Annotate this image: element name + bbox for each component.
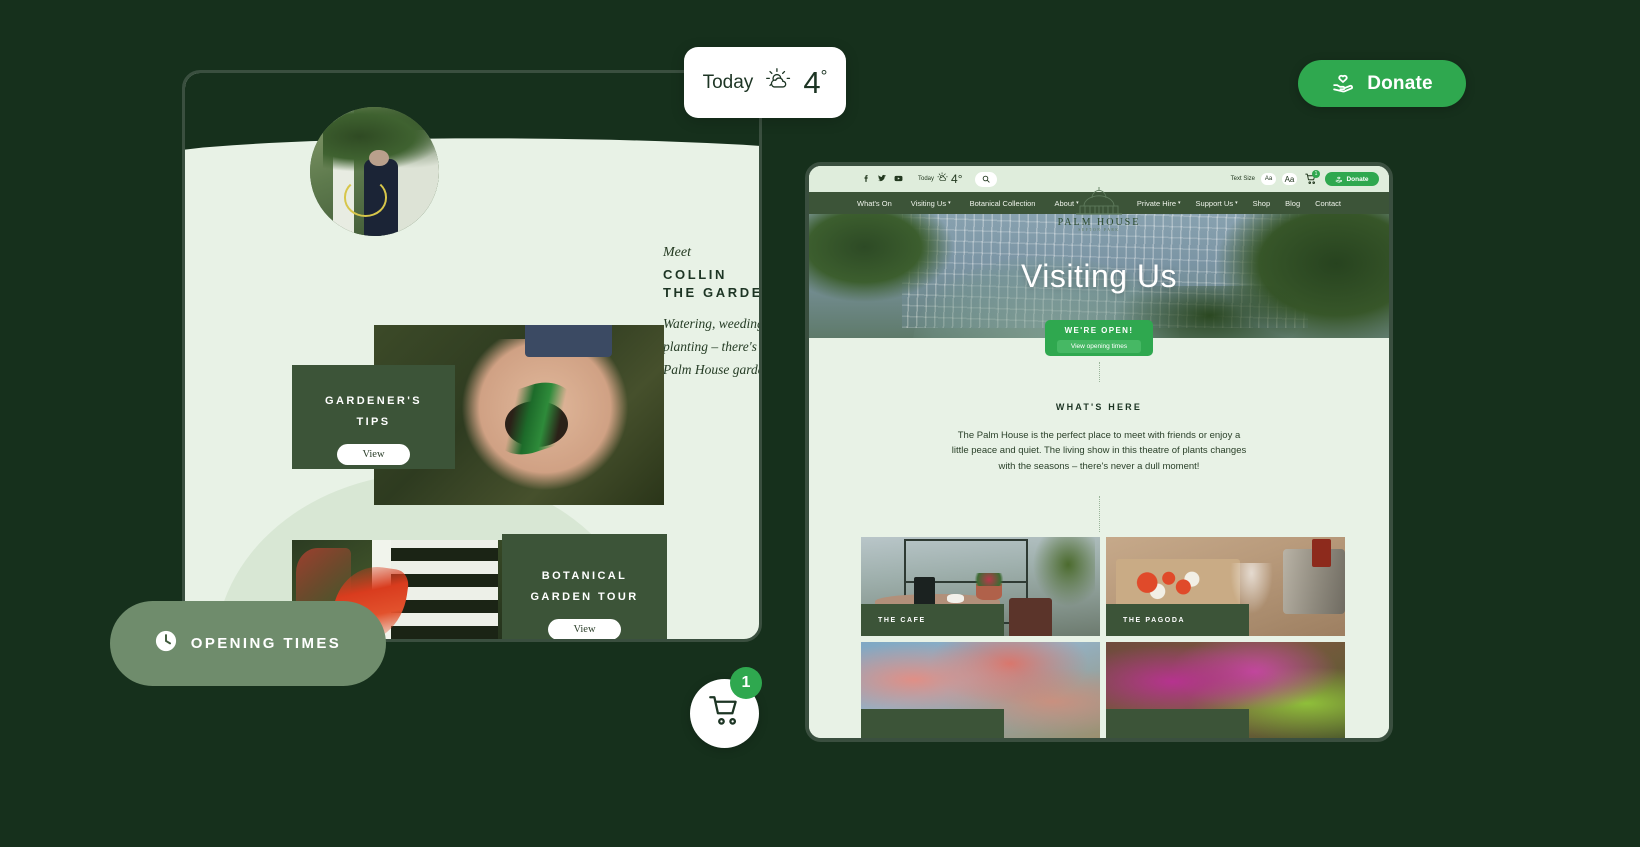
gardener-avatar <box>310 107 439 236</box>
facebook-icon[interactable] <box>862 174 871 185</box>
place-card-cafe[interactable]: THE CAFE <box>861 537 1100 636</box>
laptop-device: Today 4° Text Size Aa Aa 1 Donate What's… <box>805 162 1393 742</box>
site-logo[interactable]: PALM HOUSE SEFTON PARK <box>1055 186 1143 232</box>
weather-chip: Today 4° <box>684 47 846 118</box>
place-card-caption <box>1106 709 1250 738</box>
dotted-divider <box>1099 362 1100 382</box>
text-size-large-button[interactable]: Aa <box>1282 173 1297 185</box>
site-weather: Today 4° <box>918 170 963 188</box>
text-size-label: Text Size <box>1230 176 1255 182</box>
sun-cloud-icon <box>765 67 791 98</box>
gardener-intro: Meet COLLIN THE GARDENER Watering, weedi… <box>663 245 759 382</box>
site-weather-temp: 4° <box>951 172 963 186</box>
twitter-icon[interactable] <box>877 174 887 185</box>
meet-kicker: Meet <box>663 245 691 260</box>
place-cards-grid: THE CAFE THE PAGODA <box>861 537 1345 738</box>
gardener-bio: Watering, weeding, pruning and planting … <box>663 316 759 377</box>
site-weather-label: Today <box>918 176 935 182</box>
dotted-divider <box>1099 496 1100 532</box>
site-logo-sub: SEFTON PARK <box>1078 228 1120 232</box>
nav-item-support-us[interactable]: Support Us ▾ <box>1196 199 1238 208</box>
were-open-card[interactable]: WE'RE OPEN! View opening times <box>1045 320 1153 356</box>
nav-right-group: Private Hire ▾ Support Us ▾ Shop Blog Cont… <box>1137 199 1341 208</box>
sun-cloud-icon <box>937 170 948 188</box>
site-donate-button[interactable]: Donate <box>1325 172 1379 186</box>
were-open-headline: WE'RE OPEN! <box>1064 326 1134 335</box>
hand-heart-icon <box>1336 176 1343 183</box>
site-cart-badge: 1 <box>1312 169 1320 178</box>
weather-temperature: 4° <box>803 65 828 100</box>
torn-dash <box>640 153 654 155</box>
search-button[interactable] <box>974 170 997 188</box>
site-cart-button[interactable]: 1 <box>1303 169 1320 187</box>
nav-item-private-hire[interactable]: Private Hire ▾ <box>1137 199 1181 208</box>
chevron-down-icon: ▾ <box>1235 200 1238 206</box>
chevron-down-icon: ▾ <box>1178 200 1181 206</box>
social-links <box>862 174 904 185</box>
opening-times-button[interactable]: OPENING TIMES <box>110 601 386 686</box>
weather-today-label: Today <box>702 71 754 93</box>
place-card-blossom[interactable] <box>861 642 1100 738</box>
site-donate-label: Donate <box>1346 175 1369 183</box>
botanical-tour-card[interactable]: BOTANICAL GARDEN TOUR View <box>502 534 667 639</box>
torn-dash <box>585 223 605 225</box>
place-card-caption <box>861 709 1005 738</box>
donate-button-label: Donate <box>1367 72 1433 94</box>
site-logo-name: PALM HOUSE <box>1057 217 1141 228</box>
gardeners-tips-view-button[interactable]: View <box>337 443 410 465</box>
nav-item-shop[interactable]: Shop <box>1253 199 1271 208</box>
cart-badge: 1 <box>730 667 762 699</box>
shopping-cart-icon <box>708 694 742 733</box>
gardener-name-line1: COLLIN <box>663 267 727 282</box>
search-icon <box>982 170 990 188</box>
place-card-pagoda[interactable]: THE PAGODA <box>1106 537 1345 636</box>
torn-dash <box>605 151 631 153</box>
section-heading: WHAT'S HERE <box>1055 402 1143 412</box>
text-size-small-button[interactable]: Aa <box>1261 173 1276 185</box>
donate-button[interactable]: Donate <box>1298 60 1466 107</box>
youtube-icon[interactable] <box>893 174 904 185</box>
nav-item-contact[interactable]: Contact <box>1315 199 1341 208</box>
clock-icon <box>155 630 177 657</box>
place-card-orchid[interactable] <box>1106 642 1345 738</box>
view-opening-times-button[interactable]: View opening times <box>1057 340 1141 353</box>
nav-item-blog[interactable]: Blog <box>1285 199 1300 208</box>
torn-dash <box>615 224 627 226</box>
website-viewport: Today 4° Text Size Aa Aa 1 Donate What's… <box>809 166 1389 738</box>
page-root: Donate Today 4° Meet COLLIN THE GARD Wat… <box>0 0 1640 847</box>
opening-times-label: OPENING TIMES <box>190 635 342 652</box>
nav-item-whats-on[interactable]: What's On <box>857 199 892 208</box>
hand-heart-icon <box>1331 69 1356 99</box>
nav-item-botanical-collection[interactable]: Botanical Collection <box>970 199 1036 208</box>
gardeners-tips-title-line1: GARDENER'S <box>325 395 422 407</box>
tablet-device: Meet COLLIN THE GARDENER Watering, weedi… <box>182 70 762 642</box>
gardeners-tips-card[interactable]: GARDENER'S TIPS View <box>292 365 455 469</box>
nav-left-group: What's On Visiting Us ▾ Botanical Collect… <box>857 199 1079 208</box>
gardeners-tips-title-line2: TIPS <box>356 415 391 428</box>
palm-house-dome-icon <box>1076 187 1122 215</box>
hero-title: Visiting Us <box>1020 258 1178 294</box>
chevron-down-icon: ▾ <box>948 200 951 206</box>
section-body: The Palm House is the perfect place to m… <box>951 430 1247 472</box>
botanical-tour-title-line2: GARDEN TOUR <box>530 590 639 603</box>
botanical-tour-title-line1: BOTANICAL <box>541 570 628 582</box>
botanical-tour-view-button[interactable]: View <box>548 618 621 639</box>
gardener-name-line2: THE GARDENER <box>663 285 759 300</box>
place-card-caption: THE CAFE <box>861 604 1005 636</box>
torn-dash <box>715 156 725 158</box>
place-card-caption: THE PAGODA <box>1106 604 1250 636</box>
nav-item-visiting-us[interactable]: Visiting Us ▾ <box>911 199 951 208</box>
